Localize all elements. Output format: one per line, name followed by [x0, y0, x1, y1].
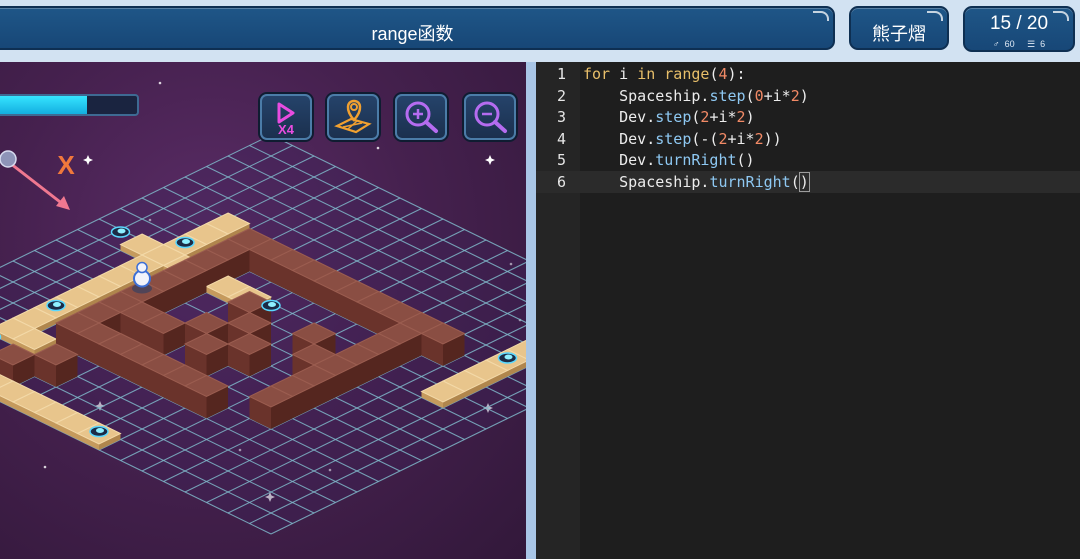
code-line[interactable]: 1 for i in range(4):	[536, 63, 1080, 85]
code-editor[interactable]: 1 for i in range(4): 2 Spaceship.step(0+i*…	[536, 62, 1080, 559]
code-token: step	[709, 86, 746, 105]
code-token: turnRight	[655, 151, 737, 169]
code-token: Dev.	[583, 129, 656, 148]
code-text[interactable]: Dev.turnRight()	[583, 149, 755, 171]
line-number: 5	[556, 151, 566, 169]
code-token: (-(	[691, 129, 719, 148]
star	[43, 465, 47, 469]
person-icon: ♂	[992, 39, 1000, 49]
code-line[interactable]: 5 Dev.turnRight()	[536, 149, 1080, 171]
target-marker: X	[57, 150, 75, 180]
code-token: 2	[754, 129, 764, 148]
stat-a-value: 60	[1004, 39, 1015, 49]
panel-divider[interactable]	[526, 62, 536, 559]
line-number: 6	[556, 172, 566, 191]
line-number: 2	[556, 86, 566, 105]
code-token: Dev.	[583, 151, 656, 169]
map-locate-button[interactable]	[327, 94, 379, 140]
list-icon: ☰	[1027, 39, 1036, 49]
direction-arrowhead	[56, 196, 70, 210]
code-token: i	[610, 65, 638, 83]
code-line[interactable]: 6 Spaceship.turnRight()	[536, 170, 1080, 193]
code-token: ):	[727, 65, 746, 83]
code-line[interactable]: 2 Spaceship.step(0+i*2)	[536, 85, 1080, 107]
progress-bar-fill	[0, 96, 87, 114]
teleport-pad-light	[268, 302, 276, 307]
stat-b-value: 6	[1040, 39, 1046, 49]
code-token: +i*	[727, 129, 755, 148]
star	[376, 146, 380, 150]
level-counter: 15 / 20	[989, 13, 1049, 34]
line-number: 4	[556, 129, 566, 148]
code-token: )	[745, 108, 755, 126]
level-title: range函数	[371, 24, 454, 44]
code-token: )	[798, 171, 810, 192]
zoom-out-button[interactable]	[464, 94, 516, 140]
code-token: step	[655, 108, 692, 126]
game-viewport[interactable]: X X4	[0, 62, 526, 559]
teleport-pad-light	[182, 239, 190, 244]
sparkle	[485, 155, 495, 165]
code-token: ()	[736, 151, 755, 169]
code-token: Spaceship.	[583, 172, 710, 191]
code-token: ))	[763, 129, 782, 148]
code-token: +i*	[763, 86, 791, 105]
teleport-pad-light	[504, 354, 513, 360]
code-token: Spaceship.	[583, 86, 710, 105]
code-token: (	[745, 86, 755, 105]
character-head	[136, 261, 148, 274]
progress-bar	[0, 94, 139, 116]
level-title-bar: range函数	[0, 6, 835, 50]
line-number: 3	[556, 108, 566, 126]
speed-label: X4	[278, 122, 295, 137]
user-name-button[interactable]: 熊子熠	[849, 6, 949, 50]
code-token: +i*	[709, 108, 737, 126]
star	[158, 81, 162, 85]
spaceship-marker	[0, 150, 17, 168]
level-stats: ♂ 60 ☰ 6	[965, 39, 1073, 50]
code-token: (	[790, 172, 800, 191]
code-token: step	[655, 129, 692, 148]
teleport-pad-light	[53, 302, 61, 307]
code-token: 2	[718, 129, 728, 148]
code-line[interactable]: 3 Dev.step(2+i*2)	[536, 106, 1080, 128]
code-text[interactable]: Spaceship.turnRight()	[583, 171, 810, 193]
code-text[interactable]: Dev.step(2+i*2)	[583, 106, 755, 128]
map-pin-icon	[334, 99, 372, 134]
zoom-in-icon	[405, 101, 438, 133]
teleport-pad-light	[96, 428, 104, 433]
code-token: 4	[718, 65, 728, 83]
zoom-out-icon	[474, 101, 507, 133]
code-text[interactable]: Spaceship.step(0+i*2)	[583, 85, 809, 107]
code-text[interactable]: for i in range(4):	[583, 63, 746, 85]
code-token: turnRight	[709, 172, 791, 191]
code-token: for	[583, 65, 611, 83]
sparkle	[83, 155, 93, 165]
code-token: range	[664, 65, 710, 83]
code-token: )	[799, 86, 809, 105]
code-token: Dev.	[583, 108, 656, 126]
level-progress-panel[interactable]: 15 / 20 ♂ 60 ☰ 6	[963, 6, 1075, 52]
speed-x4-button[interactable]: X4	[260, 94, 312, 140]
code-token: 2	[736, 108, 746, 126]
code-token: in	[637, 65, 656, 83]
top-bar: range函数 熊子熠 15 / 20 ♂ 60 ☰ 6	[0, 0, 1080, 62]
line-number: 1	[556, 65, 566, 83]
user-name: 熊子熠	[872, 24, 926, 44]
code-token: 2	[790, 86, 800, 105]
zoom-in-button[interactable]	[395, 94, 447, 140]
teleport-pad-light	[117, 228, 126, 234]
code-line[interactable]: 4 Dev.step(-(2+i*2))	[536, 128, 1080, 150]
direction-arrow	[5, 158, 65, 207]
play-x4-icon: X4	[277, 102, 295, 137]
code-text[interactable]: Dev.step(-(2+i*2))	[583, 128, 782, 150]
code-token: 0	[754, 86, 764, 105]
